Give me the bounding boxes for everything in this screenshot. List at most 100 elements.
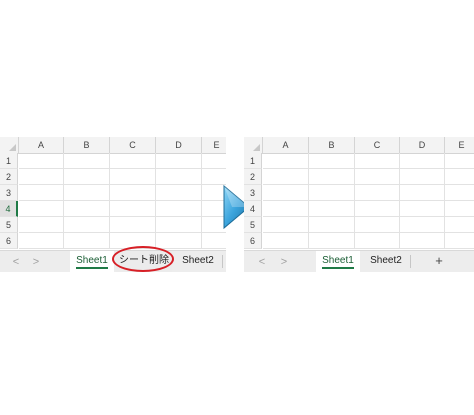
grid-cell[interactable] [156,217,202,233]
spreadsheet-after: A B C D E 1 2 3 4 5 6 < > Sheet1 Sheet2 … [244,137,474,272]
grid-cell[interactable] [156,185,202,201]
column-header-e[interactable]: E [445,137,474,153]
grid-cell[interactable] [263,217,309,233]
column-header-e[interactable]: E [202,137,226,153]
grid-cell[interactable] [309,169,355,185]
grid-cell[interactable] [355,201,400,217]
sheet-tab-label: Sheet1 [322,255,354,266]
grid-cell[interactable] [400,201,445,217]
grid-cell[interactable] [445,169,474,185]
grid-cell[interactable] [156,201,202,217]
select-all-corner[interactable] [244,137,263,153]
scroll-tabs-left-button[interactable]: < [254,251,270,272]
grid-cell[interactable] [355,233,400,249]
grid-cell[interactable] [400,153,445,169]
grid-cell[interactable] [64,233,110,249]
grid-cell[interactable] [355,153,400,169]
grid-cell[interactable] [19,233,64,249]
grid-cell[interactable] [400,185,445,201]
scroll-tabs-right-button[interactable]: > [28,251,44,272]
grid-cell[interactable] [156,233,202,249]
sheet-tab-sheet1[interactable]: Sheet1 [70,251,114,272]
sheet-tab-sheet1[interactable]: Sheet1 [316,251,360,272]
row-header-2[interactable]: 2 [0,169,18,185]
grid-cell[interactable] [400,217,445,233]
column-header-a[interactable]: A [263,137,309,153]
sheet-tab-sheet2[interactable]: Sheet2 [364,251,408,272]
row-header-2[interactable]: 2 [244,169,262,185]
column-header-b[interactable]: B [309,137,355,153]
grid-cell[interactable] [309,185,355,201]
row-header-4[interactable]: 4 [0,201,18,217]
row-header-1[interactable]: 1 [0,153,18,169]
row-header-4[interactable]: 4 [244,201,262,217]
grid-cell[interactable] [445,201,474,217]
sheet-tab-sheet2[interactable]: Sheet2 [176,251,220,272]
grid-cell[interactable] [64,153,110,169]
column-header-b[interactable]: B [64,137,110,153]
grid-cell[interactable] [110,185,156,201]
grid-cell[interactable] [400,233,445,249]
grid-before: A B C D E 1 2 3 4 5 6 [0,137,226,250]
grid-cell[interactable] [202,153,226,169]
highlight-circle [112,246,174,272]
grid-cell[interactable] [156,153,202,169]
row-header-6[interactable]: 6 [0,233,18,249]
grid-cell[interactable] [19,153,64,169]
active-tab-underline [76,267,108,269]
grid-cell[interactable] [263,185,309,201]
row-header-6[interactable]: 6 [244,233,262,249]
grid-cell[interactable] [263,153,309,169]
grid-cell[interactable] [400,169,445,185]
active-tab-underline [322,267,354,269]
column-header-d[interactable]: D [156,137,202,153]
grid-cell[interactable] [64,169,110,185]
scroll-tabs-left-button[interactable]: < [8,251,24,272]
grid-cell[interactable] [64,185,110,201]
row-header-1[interactable]: 1 [244,153,262,169]
grid-cell[interactable] [263,201,309,217]
sheet-tab-label: Sheet1 [76,255,108,266]
grid-cell[interactable] [263,169,309,185]
grid-cell[interactable] [110,169,156,185]
column-header-c[interactable]: C [110,137,156,153]
grid-cell[interactable] [156,169,202,185]
grid-cell[interactable] [202,169,226,185]
row-header-5[interactable]: 5 [0,217,18,233]
grid-cell[interactable] [355,185,400,201]
grid-cell[interactable] [445,217,474,233]
select-all-corner[interactable] [0,137,19,153]
sheet-tab-bar-after: < > Sheet1 Sheet2 + [244,250,474,272]
grid-cell[interactable] [19,201,64,217]
grid-cell[interactable] [309,153,355,169]
grid-cell[interactable] [263,233,309,249]
grid-cell[interactable] [309,201,355,217]
grid-cell[interactable] [110,201,156,217]
grid-after: A B C D E 1 2 3 4 5 6 [244,137,474,250]
grid-cell[interactable] [19,217,64,233]
grid-cell[interactable] [64,201,110,217]
column-header-a[interactable]: A [19,137,64,153]
row-header-3[interactable]: 3 [244,185,262,201]
scroll-tabs-right-button[interactable]: > [276,251,292,272]
grid-cell[interactable] [309,233,355,249]
grid-cell[interactable] [19,169,64,185]
tab-divider [410,255,411,268]
row-header-3[interactable]: 3 [0,185,18,201]
grid-cell[interactable] [445,185,474,201]
grid-cell[interactable] [355,217,400,233]
tab-divider [222,255,223,268]
grid-cell[interactable] [309,217,355,233]
add-sheet-button[interactable]: + [428,251,450,272]
column-header-c[interactable]: C [355,137,400,153]
grid-cell[interactable] [445,153,474,169]
grid-cell[interactable] [445,233,474,249]
grid-cell[interactable] [355,169,400,185]
grid-cell[interactable] [110,217,156,233]
grid-cell[interactable] [64,217,110,233]
grid-cell[interactable] [19,185,64,201]
row-header-5[interactable]: 5 [244,217,262,233]
column-header-d[interactable]: D [400,137,445,153]
grid-cell[interactable] [110,153,156,169]
grid-cell[interactable] [202,233,226,249]
